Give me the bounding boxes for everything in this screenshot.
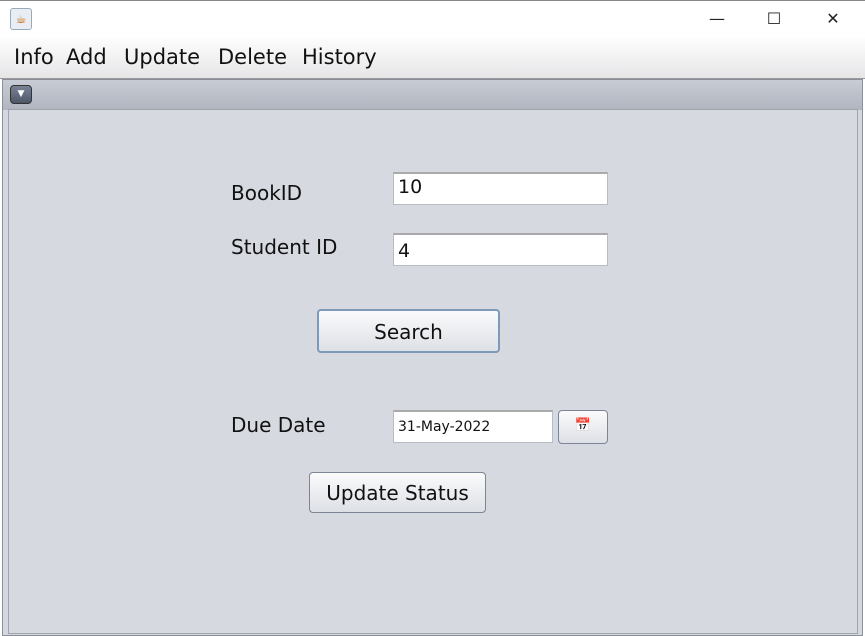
maximize-button[interactable]: ☐	[751, 6, 797, 32]
menu-update[interactable]: Update	[124, 45, 200, 69]
menu-add[interactable]: Add	[66, 45, 107, 69]
book-id-label: BookID	[231, 181, 303, 205]
update-status-button[interactable]: Update Status	[309, 472, 486, 513]
due-date-label: Due Date	[231, 413, 326, 437]
minimize-button[interactable]: —	[694, 6, 740, 32]
menu-delete[interactable]: Delete	[218, 45, 287, 69]
menu-history[interactable]: History	[302, 45, 377, 69]
close-button[interactable]: ✕	[810, 6, 856, 32]
student-id-label: Student ID	[231, 235, 338, 259]
search-button[interactable]: Search	[317, 309, 500, 353]
student-id-input[interactable]: 4	[393, 233, 608, 266]
book-id-input[interactable]: 10	[393, 172, 608, 205]
menu-info[interactable]: Info	[14, 45, 54, 69]
due-date-input[interactable]: 31-May-2022	[393, 410, 553, 443]
calendar-icon: 📅	[574, 418, 592, 433]
java-app-icon: ☕	[10, 8, 32, 30]
calendar-button[interactable]: 📅	[558, 410, 608, 444]
chevron-down-icon[interactable]: ▼	[10, 85, 32, 104]
